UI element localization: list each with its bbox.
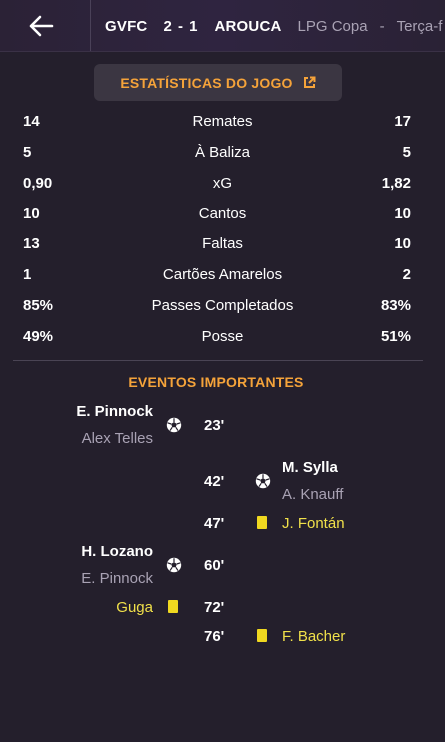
home-team-name[interactable]: GVFC [105,18,147,35]
event-minute: 76' [204,628,225,645]
stat-away-value: 10 [394,235,411,252]
event-minute: 23' [204,417,225,434]
football-icon [166,557,182,573]
stat-label: À Baliza [194,144,251,161]
football-icon [255,473,271,489]
event-booked-player[interactable]: Guga [116,599,153,616]
match-stats-button-label: ESTATÍSTICAS DO JOGO [120,74,293,91]
external-link-icon [303,76,316,89]
stat-away-value: 10 [394,205,411,222]
yellow-card-icon [257,516,267,529]
event-scorer[interactable]: M. Sylla [282,459,338,476]
stat-row-xg: 0,90 xG 1,82 [0,175,445,199]
stat-row-corners: 10 Cantos 10 [0,205,445,229]
event-assist[interactable]: E. Pinnock [81,570,153,587]
header-divider [90,0,91,51]
stat-row-shots: 14 Remates 17 [0,113,445,137]
stat-label: Cartões Amarelos [162,266,283,283]
stat-label: Posse [201,328,244,345]
match-score: 2 - 1 [163,17,199,35]
event-booked-player[interactable]: J. Fontán [282,515,345,532]
away-team-name[interactable]: AROUCA [214,18,281,35]
event-scorer[interactable]: E. Pinnock [76,403,153,420]
event-assist[interactable]: A. Knauff [282,486,343,503]
header-separator: - [379,17,385,35]
stat-label: Cantos [198,205,247,222]
event-scorer[interactable]: H. Lozano [81,543,153,560]
stat-row-passes: 85% Passes Completados 83% [0,297,445,321]
match-header: GVFC 2 - 1 AROUCA LPG Copa - Terça-f [0,0,445,52]
event-booked-player[interactable]: F. Bacher [282,628,345,645]
stat-away-value: 5 [402,144,411,161]
stat-away-value: 83% [380,297,411,314]
yellow-card-icon [257,629,267,642]
event-minute: 60' [204,557,225,574]
stat-row-possession: 49% Posse 51% [0,328,445,352]
stat-row-yellow-cards: 1 Cartões Amarelos 2 [0,266,445,290]
stat-label: xG [212,175,233,192]
competition-name[interactable]: LPG Copa [298,18,368,35]
stat-label: Faltas [202,235,243,252]
stat-away-value: 51% [380,328,411,345]
match-summary: GVFC 2 - 1 AROUCA LPG Copa - Terça-f [105,0,443,51]
back-arrow-icon [29,15,54,37]
stat-label: Remates [192,113,253,130]
event-minute: 72' [204,599,225,616]
yellow-card-icon [168,600,178,613]
stat-away-value: 17 [394,113,411,130]
event-minute: 47' [204,515,225,532]
stat-away-value: 1,82 [381,175,411,192]
back-button[interactable] [0,0,82,51]
event-minute: 42' [204,473,225,490]
stat-away-value: 2 [402,266,411,283]
event-assist[interactable]: Alex Telles [82,430,153,447]
match-stats-button[interactable]: ESTATÍSTICAS DO JOGO [94,64,342,101]
section-divider [13,360,423,361]
events-section-title: EVENTOS IMPORTANTES [128,374,304,390]
stat-row-fouls: 13 Faltas 10 [0,235,445,259]
stat-row-on-target: 5 À Baliza 5 [0,144,445,168]
football-icon [166,417,182,433]
stat-label: Passes Completados [151,297,294,314]
match-date: Terça-f [396,17,443,35]
